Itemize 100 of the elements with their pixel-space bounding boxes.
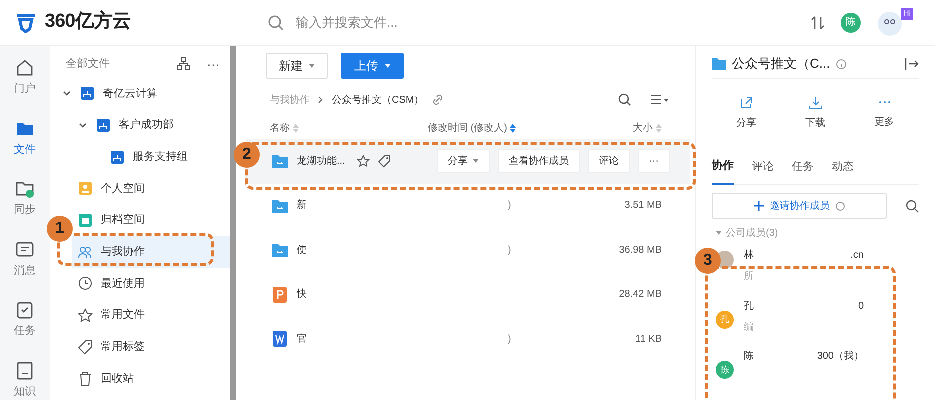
file-name[interactable]: 新	[297, 198, 307, 214]
panel-action[interactable]: 更多	[874, 96, 894, 130]
file-name[interactable]: 使	[297, 242, 307, 258]
folder-icon	[712, 58, 726, 70]
tab[interactable]: 动态	[832, 150, 854, 185]
section-title: 全部文件	[66, 56, 110, 72]
sort-icon	[293, 124, 299, 132]
logo-text: 360亿方云	[45, 10, 131, 34]
tree-item[interactable]: 最近使用	[72, 268, 230, 300]
link-icon[interactable]	[432, 94, 444, 106]
search-icon	[268, 14, 284, 30]
message-icon	[15, 240, 35, 260]
nav-item[interactable]: 文件	[3, 116, 47, 160]
member-name: 孔	[744, 300, 754, 314]
file-name[interactable]: 龙湖功能...	[297, 154, 346, 169]
file-name[interactable]: 官	[297, 332, 307, 347]
column-header[interactable]: 名称	[266, 120, 428, 136]
search-icon[interactable]	[618, 93, 632, 107]
file-name[interactable]: 快	[297, 287, 307, 302]
file-size: 11 KB	[636, 332, 662, 347]
tab[interactable]: 协作	[712, 150, 734, 185]
word-file-icon	[271, 330, 289, 348]
caret-icon	[384, 64, 390, 68]
file-size: 36.98 MB	[619, 244, 662, 258]
org-icon	[80, 86, 95, 102]
nav-item[interactable]: 消息	[3, 238, 47, 281]
tab[interactable]: 评论	[752, 150, 774, 185]
share-icon	[740, 96, 754, 110]
action-button[interactable]: 评论	[588, 149, 630, 174]
tree-item[interactable]: 常用文件	[72, 300, 230, 332]
tree-item[interactable]: 个人空间	[72, 173, 230, 205]
breadcrumb-item[interactable]: 公众号推文（CSM）	[332, 92, 424, 108]
modified-text: )	[508, 200, 512, 212]
user-avatar: 孔	[716, 310, 734, 329]
invite-button[interactable]: 邀请协作成员	[712, 193, 887, 220]
sort-icon	[656, 124, 662, 132]
tag-icon[interactable]	[378, 154, 392, 168]
member-contact: 0	[858, 300, 864, 314]
upload-button[interactable]: 上传	[341, 53, 404, 79]
caret-icon	[716, 231, 722, 236]
caret-icon	[309, 64, 315, 68]
robot-icon[interactable]	[877, 10, 903, 36]
panel-action[interactable]: 分享	[736, 96, 756, 131]
info-icon[interactable]	[836, 58, 848, 70]
action-button[interactable]: ···	[638, 149, 670, 174]
list-view-icon[interactable]	[650, 94, 670, 106]
home-icon	[15, 58, 35, 78]
sort-icon	[510, 124, 516, 132]
collapse-icon[interactable]	[905, 58, 919, 70]
member-name: 陈	[744, 350, 754, 364]
hierarchy-icon[interactable]	[177, 57, 191, 71]
scrollbar[interactable]	[230, 46, 236, 400]
tree-item[interactable]: 客户成功部	[50, 110, 230, 142]
more-icon	[878, 101, 890, 104]
modified-text: )	[508, 334, 512, 345]
member-contact: .cn	[850, 249, 864, 264]
person-icon	[78, 181, 93, 196]
folder-icon	[271, 241, 289, 260]
download-icon	[808, 96, 822, 110]
tree-item[interactable]: 奇亿云计算	[50, 78, 230, 110]
chevron-icon	[318, 96, 324, 104]
callout-number: 1	[47, 216, 73, 242]
member-contact: 300（我）	[817, 350, 864, 364]
caret-icon	[473, 159, 479, 164]
document-icon	[15, 360, 35, 380]
new-button[interactable]: 新建	[266, 53, 328, 79]
sort-icon[interactable]	[811, 14, 825, 30]
trash-icon	[78, 372, 93, 387]
tree-item[interactable]: 归档空间	[72, 204, 230, 236]
member-role: 所	[744, 270, 755, 284]
member-name: 林	[744, 248, 754, 264]
presentation-file-icon	[271, 286, 289, 304]
search-field[interactable]: 输入并搜索文件...	[296, 12, 596, 32]
logo-icon	[15, 12, 37, 32]
tree-item[interactable]: 服务支持组	[50, 141, 230, 174]
modified-text: )	[508, 244, 512, 256]
folder-icon	[271, 152, 289, 170]
tab[interactable]: 任务	[792, 150, 814, 185]
action-button[interactable]: 分享	[437, 149, 490, 174]
nav-item[interactable]: 知识	[3, 358, 47, 400]
org-icon	[110, 150, 125, 165]
panel-action[interactable]: 下载	[806, 96, 826, 131]
info-icon	[836, 202, 845, 211]
org-icon	[96, 118, 111, 134]
tree-item[interactable]: 常用标签	[72, 332, 230, 364]
column-header[interactable]: 修改时间 (修改人)	[428, 120, 618, 136]
nav-item[interactable]: 同步	[3, 177, 47, 220]
column-header[interactable]: 大小	[618, 120, 670, 136]
tag-icon	[78, 340, 93, 355]
nav-item[interactable]: 任务	[3, 298, 47, 342]
search-icon[interactable]	[906, 200, 919, 213]
nav-item[interactable]: 门户	[3, 56, 47, 100]
action-button[interactable]: 查看协作成员	[498, 149, 580, 174]
archive-icon	[78, 213, 93, 228]
clock-icon	[78, 276, 93, 292]
more-button[interactable]: ···	[207, 58, 220, 70]
tree-item[interactable]: 与我协作	[72, 236, 230, 268]
star-icon[interactable]	[357, 154, 370, 168]
people-icon	[78, 244, 93, 260]
tree-item[interactable]: 回收站	[72, 363, 230, 395]
